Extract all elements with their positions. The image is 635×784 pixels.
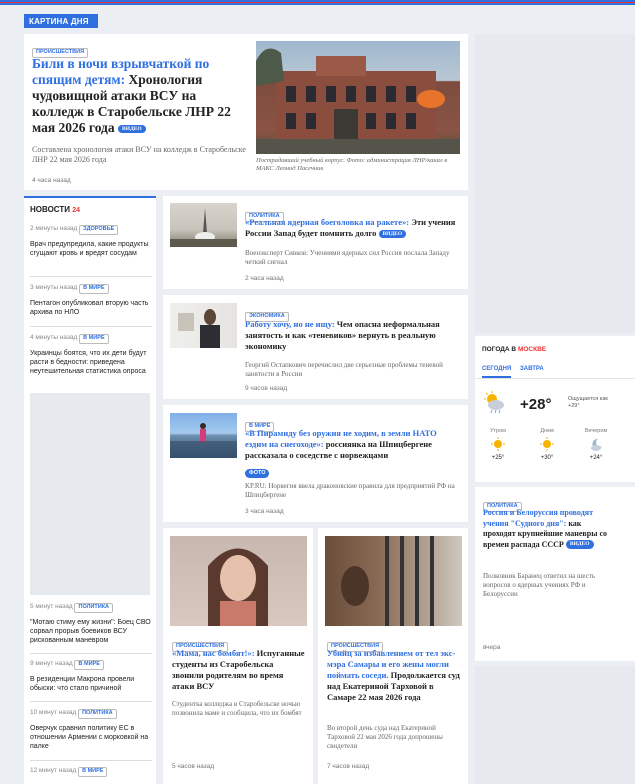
sun-icon	[491, 437, 505, 451]
article-image[interactable]	[170, 413, 237, 458]
sun-icon	[540, 437, 554, 451]
photo-badge: ФОТО	[245, 465, 270, 483]
bottom-story-time: 7 часов назад	[327, 763, 370, 770]
right-story-subtitle: Полковник Баранец ответил на шесть вопро…	[483, 572, 596, 598]
article-image[interactable]	[170, 203, 237, 247]
article-time: 3 часа назад	[245, 508, 284, 515]
bottom-story-image[interactable]	[325, 536, 462, 626]
ad-placeholder-top	[475, 34, 635, 333]
bottom-story-subtitle: Во второй день суда над Екатериной Тархо…	[327, 724, 443, 750]
top-accent-line	[0, 0, 635, 5]
news-item[interactable]: 9 минут назад В МИРЕ В резиденции Макрон…	[30, 660, 152, 693]
article-title[interactable]: «Реальная ядерная боеголовка на ракете»:…	[245, 217, 460, 239]
moon-cloud-icon	[589, 437, 603, 451]
section-header-picture-of-day: КАРТИНА ДНЯ	[24, 14, 98, 28]
bottom-story-title[interactable]: Убийц за избавлением от тел экс-мэра Сам…	[327, 648, 461, 703]
article-title[interactable]: «В Пирамиду без оружия не ходим, в земли…	[245, 428, 460, 461]
article-image[interactable]	[170, 303, 237, 348]
bottom-story-image[interactable]	[170, 536, 307, 626]
weather-period: Утром +25°	[490, 428, 506, 461]
news-item[interactable]: 10 минут назад ПОЛИТИКА Оверчук сравнил …	[30, 709, 152, 751]
partly-cloudy-icon	[483, 391, 505, 418]
video-badge: ВИДЕО	[118, 124, 146, 134]
feels-like: Ощущается как +29°	[568, 396, 608, 409]
article-subtitle: Георгий Остапкович перечислил две серьез…	[245, 361, 443, 378]
article-time: 2 часа назад	[245, 275, 284, 282]
bottom-story-time: 5 часов назад	[172, 763, 215, 770]
bottom-story-subtitle: Студентка колледжа в Старобельске ночью …	[172, 700, 302, 717]
main-story-subtitle: Составлена хронология атаки ВСУ на колле…	[32, 145, 246, 164]
weather-title: ПОГОДА В МОСКВЕ	[482, 346, 547, 353]
main-story-caption: Пострадавший учебный корпус. Фото: админ…	[256, 157, 448, 172]
article-subtitle: KP.RU: Норвегия ввела драконовские прави…	[245, 482, 455, 499]
article-title[interactable]: Работу хочу, но не ищу: Чем опасна нефор…	[245, 319, 460, 352]
right-story-time: вчера	[483, 644, 501, 651]
current-temp: +28°	[520, 396, 552, 413]
tab-tomorrow[interactable]: ЗАВТРА	[520, 366, 544, 372]
bottom-story-title[interactable]: «Мама, нас бомбят!»: Испуганные студенты…	[172, 648, 306, 692]
news-item[interactable]: 2 минуты назад ЗДОРОВЬЕ Врач предупредил…	[30, 225, 152, 258]
main-story-time: 4 часа назад	[32, 177, 71, 184]
right-story-title[interactable]: Россия и Белоруссия проводят учения "Суд…	[483, 508, 607, 550]
ad-placeholder-bottom	[475, 666, 635, 784]
news-item[interactable]: 12 минут назад В МИРЕ	[30, 767, 152, 777]
article-time: 9 часов назад	[245, 385, 288, 392]
main-story-card[interactable]: ПРОИСШЕСТВИЯ Били в ночи взрывчаткой по …	[24, 34, 468, 190]
sidebar-ad-placeholder	[30, 393, 150, 595]
tab-today[interactable]: СЕГОДНЯ	[482, 366, 512, 378]
article-subtitle: Военэксперт Сивков: Учениями ядерных сил…	[245, 249, 450, 266]
news-item[interactable]: 5 минут назад ПОЛИТИКА "Мотаю стиму ему …	[30, 603, 152, 645]
news-sidebar-title[interactable]: НОВОСТИ 24	[30, 205, 80, 214]
main-story-image[interactable]	[256, 41, 460, 154]
news-item[interactable]: 3 минуты назад В МИРЕ Пентагон опубликов…	[30, 284, 152, 317]
main-story-title[interactable]: Били в ночи взрывчаткой по спящим детям:…	[32, 56, 250, 136]
weather-period: Днем +30°	[540, 428, 554, 461]
news-item[interactable]: 4 минуты назад В МИРЕ Украинцы боятся, ч…	[30, 334, 152, 376]
weather-period: Вечером +24°	[584, 428, 608, 461]
